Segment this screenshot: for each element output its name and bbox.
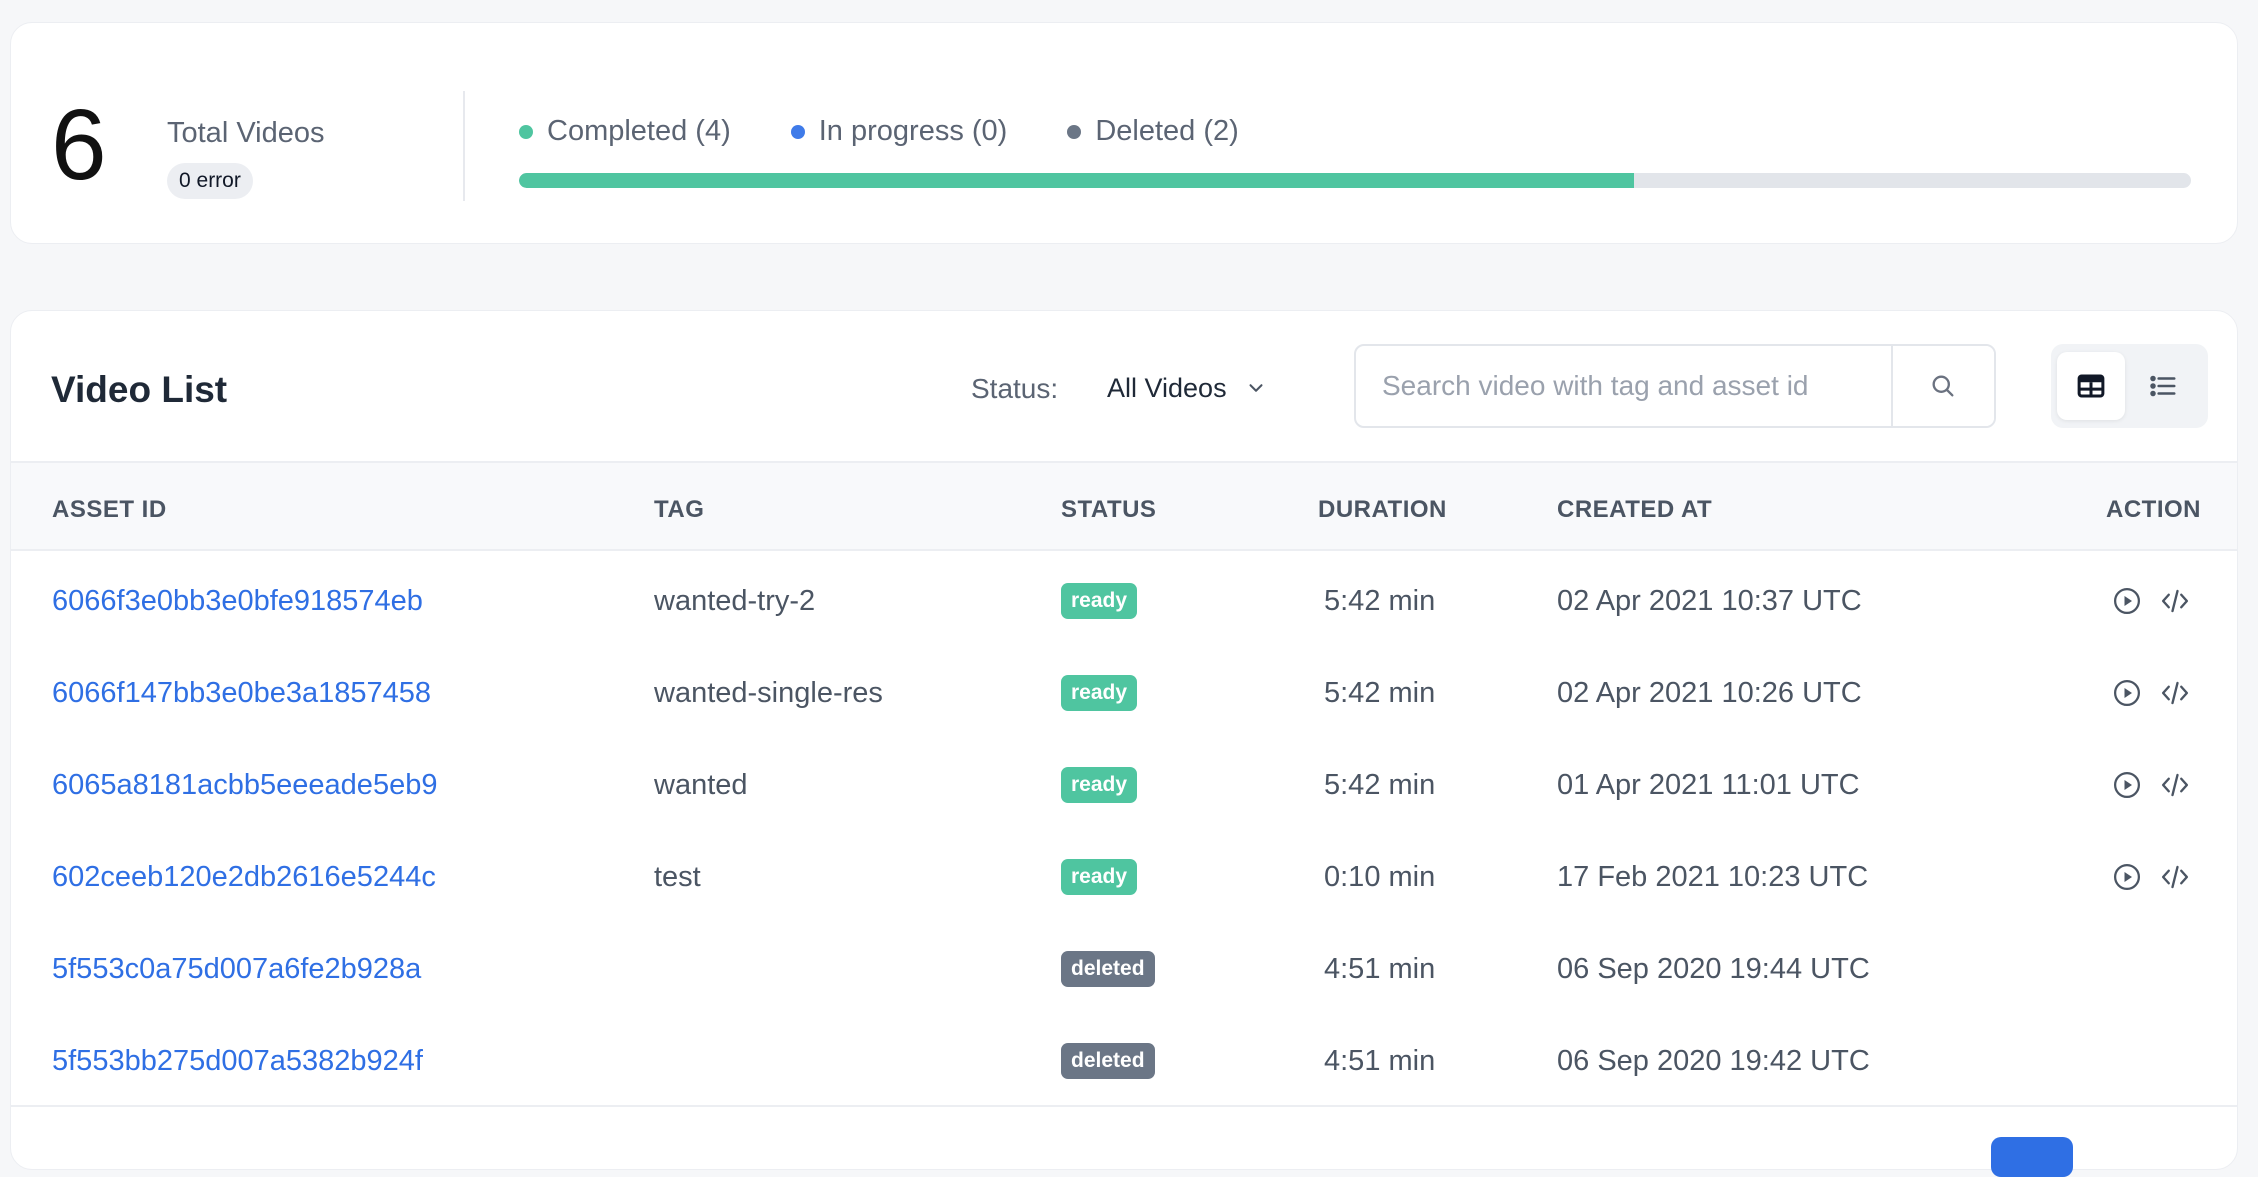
row-actions <box>2112 739 2190 831</box>
table-row: 5f553bb275d007a5382b924f deleted 4:51 min 0… <box>11 1015 2237 1107</box>
play-button[interactable] <box>2112 770 2142 800</box>
legend-completed-label: Completed (4) <box>547 115 731 147</box>
play-button[interactable] <box>2112 586 2142 616</box>
table-footer-divider <box>11 1105 2237 1107</box>
status-legend: Completed (4) In progress (0) Deleted (2… <box>519 115 1299 148</box>
column-header-action: ACTION <box>2106 496 2201 523</box>
play-icon <box>2114 588 2140 614</box>
created-at-cell: 06 Sep 2020 19:44 UTC <box>1557 952 1870 985</box>
status-filter-label: Status: <box>971 373 1059 404</box>
completion-progress-bar <box>519 173 2191 188</box>
created-at-cell: 06 Sep 2020 19:42 UTC <box>1557 1044 1870 1077</box>
tag-cell: wanted <box>654 768 748 801</box>
duration-cell: 0:10 min <box>1324 860 1436 893</box>
embed-code-button[interactable] <box>2160 770 2190 800</box>
duration-cell: 4:51 min <box>1324 1044 1436 1077</box>
table-row: 5f553c0a75d007a6fe2b928a deleted 4:51 min 0… <box>11 923 2237 1015</box>
status-badge: deleted <box>1061 951 1155 987</box>
total-videos-count: 6 <box>51 89 107 201</box>
play-button[interactable] <box>2112 678 2142 708</box>
row-actions <box>2112 831 2190 923</box>
asset-id-link[interactable]: 602ceeb120e2db2616e5244c <box>52 861 436 894</box>
duration-cell: 4:51 min <box>1324 952 1436 985</box>
tag-cell: wanted-try-2 <box>654 584 816 617</box>
search-box <box>1354 344 1996 428</box>
video-list-card: Video List Status: All Videos ASSET <box>10 310 2238 1177</box>
duration-cell: 5:42 min <box>1324 676 1436 709</box>
table-view-button[interactable] <box>2057 352 2125 420</box>
asset-id-link[interactable]: 6066f3e0bb3e0bfe918574eb <box>52 585 423 618</box>
created-at-cell: 02 Apr 2021 10:26 UTC <box>1557 676 1862 709</box>
status-filter-value: All Videos <box>1107 372 1227 403</box>
total-videos-label: Total Videos <box>167 117 325 149</box>
tag-cell: test <box>654 860 701 893</box>
completion-progress-fill <box>519 173 1635 188</box>
chevron-down-icon <box>1249 384 1263 392</box>
embed-code-icon <box>2161 773 2189 797</box>
duration-cell: 5:42 min <box>1324 768 1436 801</box>
legend-in-progress-label: In progress (0) <box>818 115 1008 147</box>
asset-id-link[interactable]: 6065a8181acbb5eeeade5eb9 <box>52 769 437 802</box>
video-list-title: Video List <box>51 369 228 410</box>
table-view-icon <box>2077 374 2105 398</box>
legend-deleted: Deleted (2) <box>1067 115 1239 148</box>
video-summary-card: 6 Total Videos 0 error Completed (4) In … <box>10 22 2238 244</box>
table-row: 602ceeb120e2db2616e5244c test ready 0:10 mi… <box>11 831 2237 923</box>
legend-in-progress: In progress (0) <box>790 115 1008 148</box>
status-badge: ready <box>1061 675 1138 711</box>
embed-code-button[interactable] <box>2160 586 2190 616</box>
pagination-button[interactable] <box>1991 1137 2073 1177</box>
status-badge: deleted <box>1061 1043 1155 1079</box>
duration-cell: 5:42 min <box>1324 584 1436 617</box>
status-badge: ready <box>1061 583 1138 619</box>
embed-code-icon <box>2161 681 2189 705</box>
asset-id-link[interactable]: 5f553bb275d007a5382b924f <box>52 1045 423 1078</box>
asset-id-link[interactable]: 6066f147bb3e0be3a1857458 <box>52 677 431 710</box>
status-filter-dropdown[interactable]: All Videos <box>1107 365 1267 411</box>
created-at-cell: 02 Apr 2021 10:37 UTC <box>1557 584 1862 617</box>
column-header-created-at[interactable]: CREATED AT <box>1557 496 1712 524</box>
play-icon <box>2114 680 2140 706</box>
view-toggle <box>2051 344 2208 428</box>
search-input[interactable] <box>1356 346 1891 426</box>
embed-code-button[interactable] <box>2160 678 2190 708</box>
row-actions <box>2112 555 2190 647</box>
table-header: ASSET ID TAG STATUS DURATION CREATED AT … <box>11 461 2237 551</box>
in-progress-dot-icon <box>790 124 805 139</box>
column-header-status[interactable]: STATUS <box>1061 496 1156 524</box>
embed-code-button[interactable] <box>2160 862 2190 892</box>
list-view-icon <box>2150 375 2176 397</box>
play-button[interactable] <box>2112 862 2142 892</box>
play-icon <box>2114 772 2140 798</box>
created-at-cell: 17 Feb 2021 10:23 UTC <box>1557 860 1869 893</box>
legend-completed: Completed (4) <box>519 115 731 148</box>
list-view-button[interactable] <box>2129 352 2197 420</box>
status-badge: ready <box>1061 859 1138 895</box>
summary-divider <box>463 91 465 201</box>
table-row: 6066f3e0bb3e0bfe918574eb wanted-try-2 read… <box>11 555 2237 647</box>
deleted-dot-icon <box>1067 124 1082 139</box>
column-header-asset-id[interactable]: ASSET ID <box>52 496 167 524</box>
table-row: 6066f147bb3e0be3a1857458 wanted-single-re… <box>11 647 2237 739</box>
row-actions <box>2112 647 2190 739</box>
column-header-duration[interactable]: DURATION <box>1318 496 1447 524</box>
status-badge: ready <box>1061 767 1138 803</box>
table-row: 6065a8181acbb5eeeade5eb9 wanted ready 5:42 … <box>11 739 2237 831</box>
column-header-tag[interactable]: TAG <box>654 496 704 524</box>
embed-code-icon <box>2161 589 2189 613</box>
play-icon <box>2114 864 2140 890</box>
tag-cell: wanted-single-res <box>654 676 883 709</box>
search-button[interactable] <box>1890 346 1994 426</box>
embed-code-icon <box>2161 865 2189 889</box>
error-count-badge: 0 error <box>167 163 253 199</box>
search-icon <box>1932 375 1954 397</box>
legend-deleted-label: Deleted (2) <box>1095 115 1239 147</box>
completed-dot-icon <box>519 124 533 139</box>
created-at-cell: 01 Apr 2021 11:01 UTC <box>1557 768 1860 801</box>
asset-id-link[interactable]: 5f553c0a75d007a6fe2b928a <box>52 953 421 986</box>
